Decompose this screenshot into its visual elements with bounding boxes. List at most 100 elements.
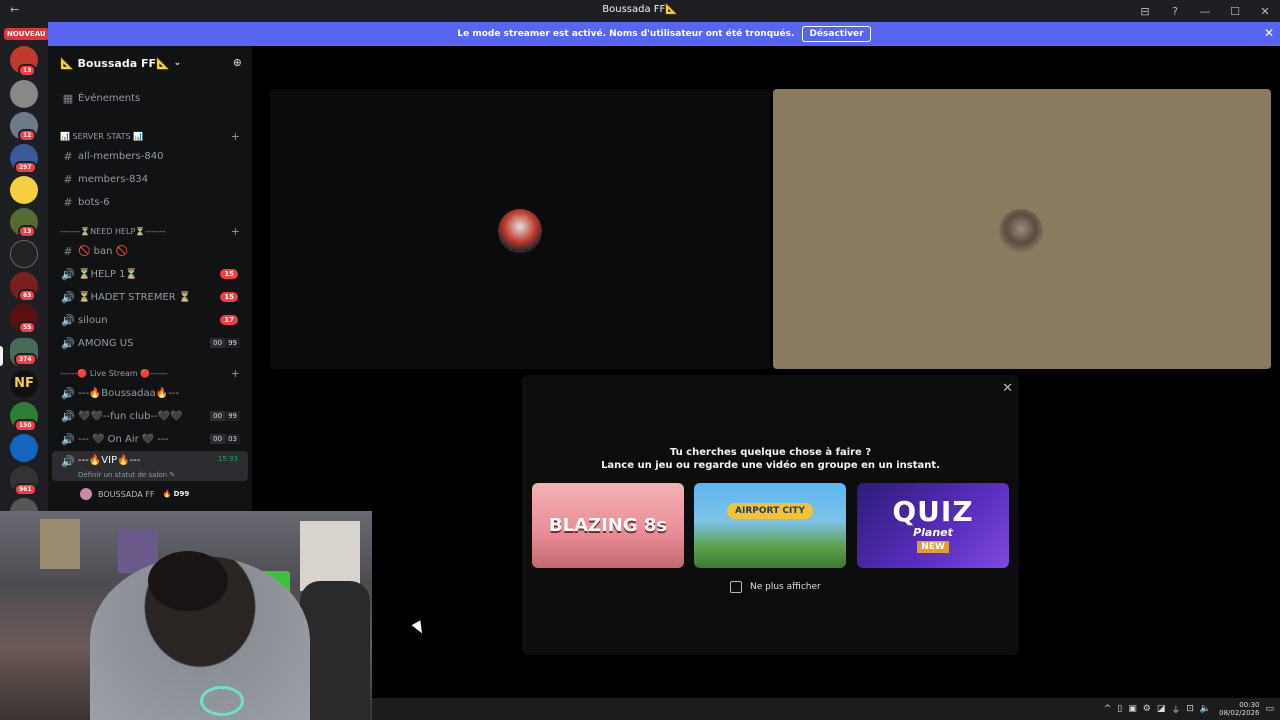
voice-channel-item[interactable]: 🔊 --- 🖤 On Air 🖤 --- 00 03 xyxy=(52,428,248,450)
active-server-pill xyxy=(0,346,3,366)
speaker-icon: 🔊 xyxy=(61,386,75,400)
events-item[interactable]: ▦ Événements xyxy=(52,87,248,109)
channel-item[interactable]: # 🚫 ban 🚫 xyxy=(52,240,248,262)
voice-channel-item[interactable]: 🔊 ---🔥Boussadaa🔥--- xyxy=(52,382,248,404)
channel-label: ⏳HELP 1⏳ xyxy=(78,268,138,280)
voice-member[interactable]: BOUSSADA FF 🔥 D99 xyxy=(80,488,189,500)
category-label: -------⏳NEED HELP⏳------- xyxy=(60,226,166,236)
channel-item[interactable]: # all-members-840 xyxy=(52,145,248,167)
clock-time: 00:30 xyxy=(1239,701,1260,709)
voice-channel-item[interactable]: 🔊 🖤🖤--fun club--🖤🖤 00 99 xyxy=(52,405,248,427)
server-badge: 961 xyxy=(14,483,37,496)
game-card-airport-city[interactable]: AIRPORT CITY xyxy=(694,483,846,568)
chevron-up-icon[interactable]: ^ xyxy=(1104,704,1112,714)
usb-icon[interactable]: ⏚ xyxy=(1171,703,1180,716)
maximize-button[interactable]: ☐ xyxy=(1220,5,1250,18)
rgb-ring xyxy=(200,686,244,716)
battery-icon[interactable]: ▯ xyxy=(1117,704,1122,714)
add-channel-icon[interactable]: + xyxy=(231,367,240,380)
user-limit: 03 xyxy=(225,434,240,444)
webcam-overlay xyxy=(0,511,372,720)
speaker-icon: 🔊 xyxy=(61,267,75,281)
close-window-button[interactable]: ✕ xyxy=(1250,5,1280,18)
activity-suggestion-popup: ✕ Tu cherches quelque chose à faire ? La… xyxy=(522,375,1019,655)
channel-status-prompt[interactable]: Définir un statut de salon ✎ xyxy=(78,471,175,479)
close-icon[interactable]: ✕ xyxy=(1264,26,1274,40)
volume-icon[interactable]: 🔈 xyxy=(1200,704,1211,714)
server-icon[interactable] xyxy=(10,434,38,462)
window-controls: ⊟ ? — ☐ ✕ xyxy=(1130,0,1280,22)
speaker-icon: 🔊 xyxy=(61,455,75,468)
inbox-icon[interactable]: ⊟ xyxy=(1130,5,1160,18)
category-label: ------🔴 Live Stream 🔴------ xyxy=(60,368,168,378)
game-card-quiz-planet[interactable]: QUIZ Planet NEW xyxy=(857,483,1009,568)
channel-label: ⏳HADET STREMER ⏳ xyxy=(78,291,192,303)
server-badge: 150 xyxy=(14,419,37,432)
disable-streamer-mode-button[interactable]: Désactiver xyxy=(802,26,871,42)
server-badge: 63 xyxy=(18,289,37,302)
game-title: QUIZ xyxy=(892,495,974,528)
server-icon[interactable] xyxy=(10,176,38,204)
tray-app-icon[interactable]: ⚙ xyxy=(1143,704,1151,714)
category-need-help[interactable]: -------⏳NEED HELP⏳------- + xyxy=(52,222,248,240)
dont-show-again-checkbox[interactable]: Ne plus afficher xyxy=(730,581,821,593)
banner-text: Le mode streamer est activé. Noms d'util… xyxy=(457,29,795,39)
popup-subtitle: Lance un jeu ou regarde une vidéo en gro… xyxy=(601,460,940,471)
checkbox-icon[interactable] xyxy=(730,581,742,593)
clock[interactable]: 00:30 08/02/2026 xyxy=(1219,701,1259,717)
voice-tile[interactable] xyxy=(773,89,1271,369)
voice-channel-item[interactable]: 🔊 ⏳HADET STREMER ⏳ 15 xyxy=(52,286,248,308)
user-limit-counter: 00 99 xyxy=(210,338,240,348)
text-channel-icon: # xyxy=(63,172,73,186)
game-title: BLAZING 8s xyxy=(548,514,668,536)
popup-question: Tu cherches quelque chose à faire ? xyxy=(669,447,872,458)
server-name: 📐 Boussada FF📐 xyxy=(60,56,170,70)
notification-icon[interactable]: ▭ xyxy=(1265,704,1274,714)
user-count-badge: 17 xyxy=(220,315,238,325)
nf-server-icon[interactable]: NF xyxy=(10,370,38,398)
channel-item[interactable]: # members-834 xyxy=(52,168,248,190)
new-tag: NEW xyxy=(917,541,949,553)
invite-icon[interactable]: ⊕ xyxy=(233,56,242,69)
server-badge: 13 xyxy=(18,64,37,77)
server-header[interactable]: 📐 Boussada FF📐 ⌄ ⊕ xyxy=(48,46,252,80)
category-label: 📊 SERVER STATS 📊 xyxy=(60,131,144,141)
game-card-blazing-8s[interactable]: BLAZING 8s xyxy=(532,483,684,568)
tray-app-icon[interactable]: ▣ xyxy=(1128,704,1137,714)
window-title: Boussada FF📐 xyxy=(602,4,678,15)
member-tag: 🔥 D99 xyxy=(162,490,190,498)
voice-channel-item[interactable]: 🔊 ⏳HELP 1⏳ 15 xyxy=(52,263,248,285)
chair xyxy=(300,581,370,720)
minimize-button[interactable]: — xyxy=(1190,5,1220,18)
server-icon[interactable] xyxy=(10,80,38,108)
avatar xyxy=(999,209,1043,253)
server-icon[interactable] xyxy=(10,240,38,268)
add-channel-icon[interactable]: + xyxy=(231,225,240,238)
help-icon[interactable]: ? xyxy=(1160,5,1190,18)
category-server-stats[interactable]: 📊 SERVER STATS 📊 + xyxy=(52,127,248,145)
speaker-icon: 🔊 xyxy=(61,336,75,350)
voice-tile[interactable] xyxy=(270,89,770,369)
voice-channel-item[interactable]: 🔊 siloun 17 xyxy=(52,309,248,331)
avatar xyxy=(498,209,542,253)
clock-date: 08/02/2026 xyxy=(1219,709,1260,717)
user-count: 00 xyxy=(210,338,226,348)
calendar-icon: ▦ xyxy=(62,91,74,105)
voice-channel-item[interactable]: 🔊 AMONG US 00 99 xyxy=(52,332,248,354)
tray-app-icon[interactable]: ◪ xyxy=(1157,704,1166,714)
server-badge: 13 xyxy=(18,225,37,238)
channel-label: bots-6 xyxy=(78,196,110,208)
server-badge: 374 xyxy=(14,353,37,366)
streamer-mode-banner: Le mode streamer est activé. Noms d'util… xyxy=(48,22,1280,46)
channel-label: AMONG US xyxy=(78,337,134,349)
chevron-down-icon: ⌄ xyxy=(173,58,182,68)
add-channel-icon[interactable]: + xyxy=(231,130,240,143)
category-live-stream[interactable]: ------🔴 Live Stream 🔴------ + xyxy=(52,364,248,382)
user-limit-counter: 00 99 xyxy=(210,411,240,421)
channel-label: members-834 xyxy=(78,173,149,185)
channel-sidebar: 📐 Boussada FF📐 ⌄ ⊕ ▦ Événements 📊 SERVER… xyxy=(48,46,252,516)
close-icon[interactable]: ✕ xyxy=(1002,381,1013,396)
new-badge: NOUVEAU xyxy=(4,28,49,40)
network-icon[interactable]: ⊡ xyxy=(1186,704,1194,714)
channel-item[interactable]: # bots-6 xyxy=(52,191,248,213)
